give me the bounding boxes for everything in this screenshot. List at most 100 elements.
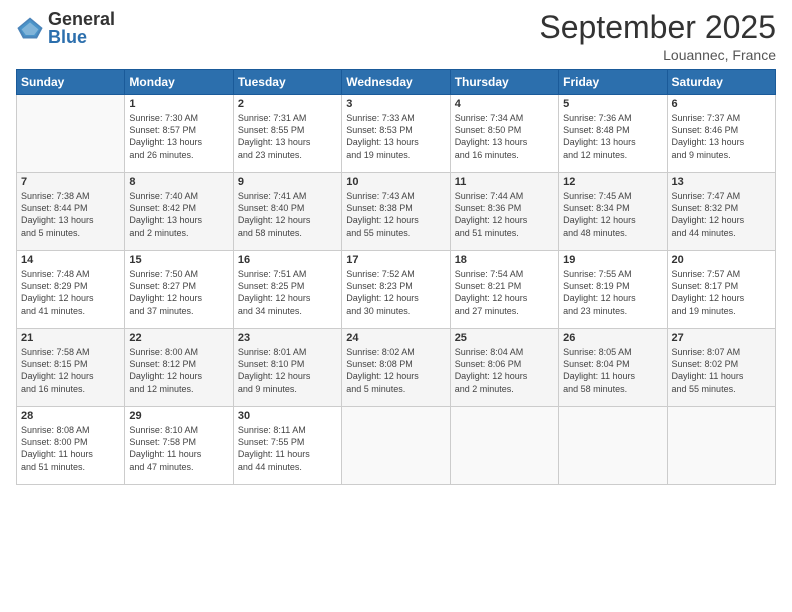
table-row: 8 Sunrise: 7:40 AM Sunset: 8:42 PM Daylig…: [125, 173, 233, 251]
day-number: 28: [21, 410, 120, 422]
table-row: 25 Sunrise: 8:04 AM Sunset: 8:06 PM Dayli…: [450, 329, 558, 407]
logo-general-text: General: [48, 10, 115, 28]
table-row: 23 Sunrise: 8:01 AM Sunset: 8:10 PM Dayli…: [233, 329, 341, 407]
calendar-week-row: 1 Sunrise: 7:30 AM Sunset: 8:57 PM Daylig…: [17, 95, 776, 173]
day-number: 21: [21, 332, 120, 344]
table-row: 7 Sunrise: 7:38 AM Sunset: 8:44 PM Daylig…: [17, 173, 125, 251]
table-row: 5 Sunrise: 7:36 AM Sunset: 8:48 PM Daylig…: [559, 95, 667, 173]
day-number: 25: [455, 332, 554, 344]
table-row: [450, 407, 558, 485]
table-row: 28 Sunrise: 8:08 AM Sunset: 8:00 PM Dayli…: [17, 407, 125, 485]
day-info: Sunrise: 7:43 AM Sunset: 8:38 PM Dayligh…: [346, 190, 445, 239]
table-row: 16 Sunrise: 7:51 AM Sunset: 8:25 PM Dayli…: [233, 251, 341, 329]
day-info: Sunrise: 7:57 AM Sunset: 8:17 PM Dayligh…: [672, 268, 771, 317]
day-number: 9: [238, 176, 337, 188]
day-number: 5: [563, 98, 662, 110]
title-area: September 2025 Louannec, France: [539, 10, 776, 63]
table-row: 4 Sunrise: 7:34 AM Sunset: 8:50 PM Daylig…: [450, 95, 558, 173]
day-info: Sunrise: 7:45 AM Sunset: 8:34 PM Dayligh…: [563, 190, 662, 239]
col-tuesday: Tuesday: [233, 70, 341, 95]
table-row: 6Sunrise: 7:37 AM Sunset: 8:46 PM Daylig…: [667, 95, 775, 173]
table-row: 17 Sunrise: 7:52 AM Sunset: 8:23 PM Dayli…: [342, 251, 450, 329]
table-row: [667, 407, 775, 485]
day-number: 26: [563, 332, 662, 344]
day-info: Sunrise: 8:05 AM Sunset: 8:04 PM Dayligh…: [563, 346, 662, 395]
day-info: Sunrise: 7:33 AM Sunset: 8:53 PM Dayligh…: [346, 112, 445, 161]
page: General Blue September 2025 Louannec, Fr…: [0, 0, 792, 612]
table-row: 27 Sunrise: 8:07 AM Sunset: 8:02 PM Dayli…: [667, 329, 775, 407]
table-row: 12 Sunrise: 7:45 AM Sunset: 8:34 PM Dayli…: [559, 173, 667, 251]
day-number: 17: [346, 254, 445, 266]
day-info: Sunrise: 8:08 AM Sunset: 8:00 PM Dayligh…: [21, 424, 120, 473]
table-row: [17, 95, 125, 173]
day-number: 8: [129, 176, 228, 188]
day-info: Sunrise: 7:50 AM Sunset: 8:27 PM Dayligh…: [129, 268, 228, 317]
day-number: 1: [129, 98, 228, 110]
day-number: 22: [129, 332, 228, 344]
day-number: 30: [238, 410, 337, 422]
logo-text: General Blue: [48, 10, 115, 46]
day-info: Sunrise: 7:30 AM Sunset: 8:57 PM Dayligh…: [129, 112, 228, 161]
day-number: 2: [238, 98, 337, 110]
day-number: 11: [455, 176, 554, 188]
day-info: Sunrise: 7:38 AM Sunset: 8:44 PM Dayligh…: [21, 190, 120, 239]
month-title: September 2025: [539, 10, 776, 45]
day-info: Sunrise: 7:40 AM Sunset: 8:42 PM Dayligh…: [129, 190, 228, 239]
day-info: Sunrise: 7:44 AM Sunset: 8:36 PM Dayligh…: [455, 190, 554, 239]
calendar-week-row: 14 Sunrise: 7:48 AM Sunset: 8:29 PM Dayli…: [17, 251, 776, 329]
day-info: Sunrise: 7:34 AM Sunset: 8:50 PM Dayligh…: [455, 112, 554, 161]
table-row: 15Sunrise: 7:50 AM Sunset: 8:27 PM Dayli…: [125, 251, 233, 329]
col-thursday: Thursday: [450, 70, 558, 95]
table-row: 21 Sunrise: 7:58 AM Sunset: 8:15 PM Dayli…: [17, 329, 125, 407]
calendar-week-row: 21 Sunrise: 7:58 AM Sunset: 8:15 PM Dayli…: [17, 329, 776, 407]
day-number: 27: [672, 332, 771, 344]
day-number: 19: [563, 254, 662, 266]
col-sunday: Sunday: [17, 70, 125, 95]
table-row: 24Sunrise: 8:02 AM Sunset: 8:08 PM Dayli…: [342, 329, 450, 407]
day-number: 3: [346, 98, 445, 110]
day-info: Sunrise: 7:48 AM Sunset: 8:29 PM Dayligh…: [21, 268, 120, 317]
day-number: 29: [129, 410, 228, 422]
table-row: 11 Sunrise: 7:44 AM Sunset: 8:36 PM Dayli…: [450, 173, 558, 251]
day-number: 4: [455, 98, 554, 110]
col-friday: Friday: [559, 70, 667, 95]
calendar-week-row: 28 Sunrise: 8:08 AM Sunset: 8:00 PM Dayli…: [17, 407, 776, 485]
table-row: [342, 407, 450, 485]
header: General Blue September 2025 Louannec, Fr…: [16, 10, 776, 63]
logo: General Blue: [16, 10, 115, 46]
day-number: 14: [21, 254, 120, 266]
col-saturday: Saturday: [667, 70, 775, 95]
day-info: Sunrise: 7:52 AM Sunset: 8:23 PM Dayligh…: [346, 268, 445, 317]
logo-icon: [16, 14, 44, 42]
day-info: Sunrise: 7:51 AM Sunset: 8:25 PM Dayligh…: [238, 268, 337, 317]
day-number: 23: [238, 332, 337, 344]
table-row: 14 Sunrise: 7:48 AM Sunset: 8:29 PM Dayli…: [17, 251, 125, 329]
day-info: Sunrise: 8:01 AM Sunset: 8:10 PM Dayligh…: [238, 346, 337, 395]
table-row: 22 Sunrise: 8:00 AM Sunset: 8:12 PM Dayli…: [125, 329, 233, 407]
table-row: 20Sunrise: 7:57 AM Sunset: 8:17 PM Dayli…: [667, 251, 775, 329]
day-info: Sunrise: 7:55 AM Sunset: 8:19 PM Dayligh…: [563, 268, 662, 317]
day-number: 12: [563, 176, 662, 188]
calendar-header-row: Sunday Monday Tuesday Wednesday Thursday…: [17, 70, 776, 95]
day-number: 16: [238, 254, 337, 266]
table-row: 13Sunrise: 7:47 AM Sunset: 8:32 PM Dayli…: [667, 173, 775, 251]
day-info: Sunrise: 7:58 AM Sunset: 8:15 PM Dayligh…: [21, 346, 120, 395]
day-info: Sunrise: 8:11 AM Sunset: 7:55 PM Dayligh…: [238, 424, 337, 473]
day-info: Sunrise: 8:02 AM Sunset: 8:08 PM Dayligh…: [346, 346, 445, 395]
table-row: 29 Sunrise: 8:10 AM Sunset: 7:58 PM Dayli…: [125, 407, 233, 485]
calendar-week-row: 7 Sunrise: 7:38 AM Sunset: 8:44 PM Daylig…: [17, 173, 776, 251]
day-info: Sunrise: 8:07 AM Sunset: 8:02 PM Dayligh…: [672, 346, 771, 395]
day-info: Sunrise: 8:00 AM Sunset: 8:12 PM Dayligh…: [129, 346, 228, 395]
calendar: Sunday Monday Tuesday Wednesday Thursday…: [16, 69, 776, 485]
day-info: Sunrise: 7:37 AM Sunset: 8:46 PM Dayligh…: [672, 112, 771, 161]
day-info: Sunrise: 8:10 AM Sunset: 7:58 PM Dayligh…: [129, 424, 228, 473]
day-info: Sunrise: 7:54 AM Sunset: 8:21 PM Dayligh…: [455, 268, 554, 317]
day-number: 7: [21, 176, 120, 188]
day-info: Sunrise: 8:04 AM Sunset: 8:06 PM Dayligh…: [455, 346, 554, 395]
day-info: Sunrise: 7:36 AM Sunset: 8:48 PM Dayligh…: [563, 112, 662, 161]
day-number: 10: [346, 176, 445, 188]
day-info: Sunrise: 7:47 AM Sunset: 8:32 PM Dayligh…: [672, 190, 771, 239]
table-row: 9Sunrise: 7:41 AM Sunset: 8:40 PM Daylig…: [233, 173, 341, 251]
table-row: 26 Sunrise: 8:05 AM Sunset: 8:04 PM Dayli…: [559, 329, 667, 407]
day-number: 18: [455, 254, 554, 266]
